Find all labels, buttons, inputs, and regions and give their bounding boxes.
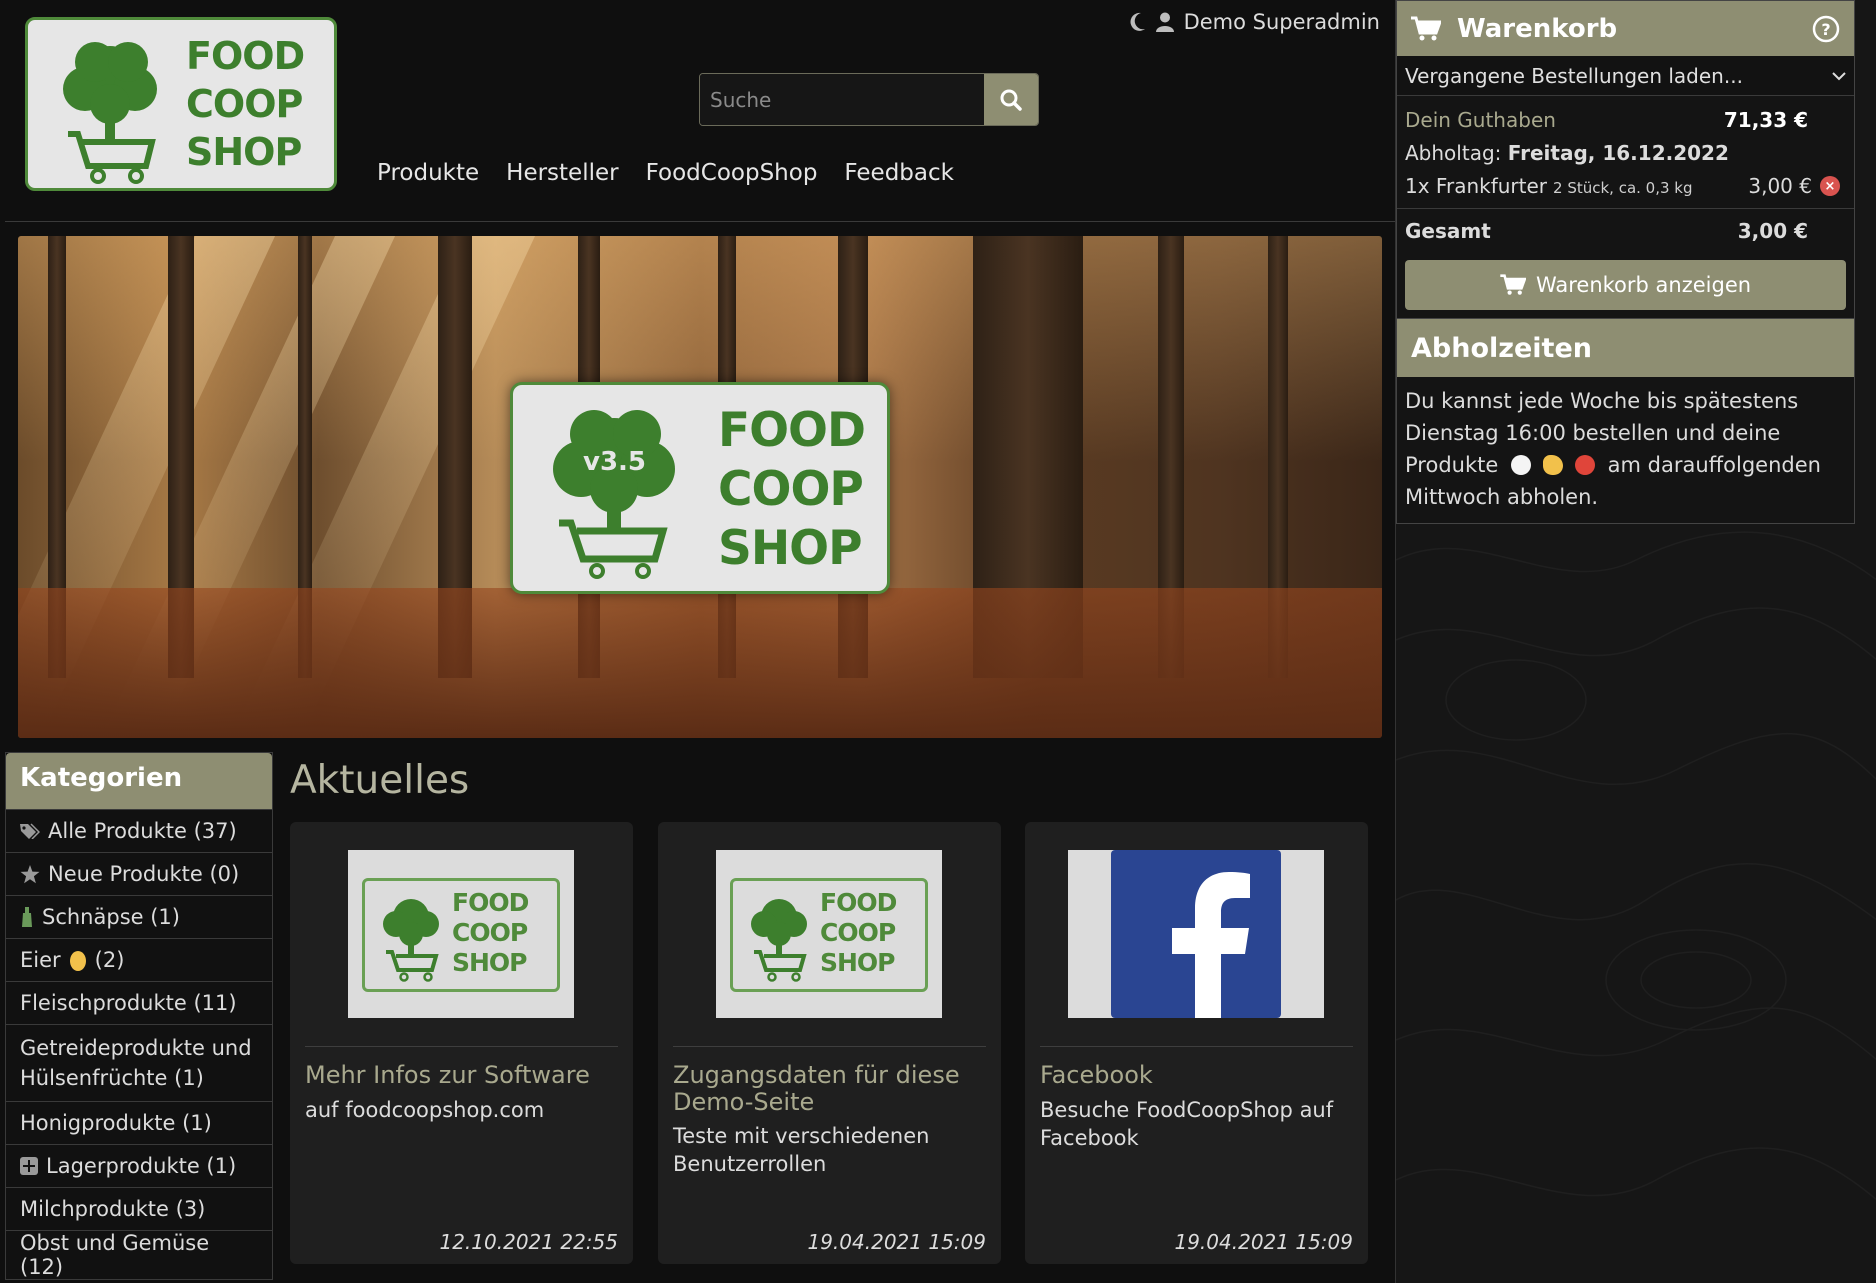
- card-text: auf foodcoopshop.com: [305, 1098, 545, 1122]
- tree-cart-icon: [383, 899, 439, 982]
- category-obst-gemuese[interactable]: Obst und Gemüse (12): [6, 1230, 272, 1279]
- facebook-icon: [1111, 850, 1281, 1018]
- card-title[interactable]: Facebook: [1040, 1062, 1353, 1089]
- foodcoopshop-logo-image[interactable]: FOOD COOP SHOP: [348, 850, 574, 1018]
- cart-item-price: 3,00 €: [1748, 174, 1812, 198]
- star-icon: [20, 864, 40, 883]
- credit-row: Dein Guthaben 71,33 €: [1405, 104, 1846, 136]
- cart-body: Dein Guthaben 71,33 € Abholtag: Freitag,…: [1397, 96, 1854, 310]
- version-label: v3.5: [583, 447, 647, 477]
- news-card[interactable]: Facebook Besuche FoodCoopShop auf Facebo…: [1025, 822, 1368, 1264]
- nav-products[interactable]: Produkte: [377, 160, 479, 186]
- egg-icon: [69, 951, 86, 971]
- tree-cart-icon: [751, 899, 807, 982]
- bottle-icon: [22, 907, 32, 927]
- search-icon: [1000, 89, 1022, 111]
- search-form: [699, 73, 1039, 126]
- chicken-icon: [1510, 455, 1531, 475]
- card-text: Besuche FoodCoopShop auf Facebook: [1040, 1098, 1334, 1150]
- divider: [305, 1046, 618, 1047]
- svg-text:?: ?: [1821, 20, 1830, 39]
- hero-banner: v3.5 FOOD COOP SHOP: [18, 236, 1382, 738]
- card-title[interactable]: Zugangsdaten für diese Demo-Seite: [673, 1062, 986, 1116]
- tree-cart-icon: [553, 410, 675, 579]
- cart-icon: [1500, 274, 1526, 295]
- user-icon: [1155, 12, 1174, 32]
- nav-manufacturers[interactable]: Hersteller: [506, 160, 618, 186]
- banner-logo: v3.5 FOOD COOP SHOP: [510, 382, 890, 594]
- show-cart-button[interactable]: Warenkorb anzeigen: [1405, 260, 1846, 310]
- cheese-icon: [1542, 455, 1563, 475]
- user-bar: Demo Superadmin: [1130, 10, 1380, 34]
- pickup-times-title: Abholzeiten: [1397, 319, 1854, 377]
- search-input[interactable]: [700, 74, 984, 125]
- card-date: 12.10.2021 22:55: [439, 1230, 618, 1254]
- cart-header: Warenkorb ?: [1397, 1, 1854, 56]
- nav-foodcoopshop[interactable]: FoodCoopShop: [646, 160, 818, 186]
- category-schnaepse[interactable]: Schnäpse (1): [6, 895, 272, 938]
- category-honigprodukte[interactable]: Honigprodukte (1): [6, 1101, 272, 1144]
- logo-text: FOOD COOP SHOP: [186, 34, 305, 174]
- categories-title: Kategorien: [6, 753, 272, 809]
- past-orders-dropdown[interactable]: Vergangene Bestellungen laden...: [1397, 56, 1854, 96]
- header: FOOD COOP SHOP Demo Superadmin Produkte …: [5, 0, 1396, 222]
- card-text: Teste mit verschiedenen Benutzerrollen: [673, 1124, 930, 1176]
- cart-panel: Warenkorb ? Vergangene Bestellungen lade…: [1396, 0, 1855, 319]
- card-date: 19.04.2021 15:09: [807, 1230, 986, 1254]
- cart-item-row: 1x Frankfurter 2 Stück, ca. 0,3 kg 3,00 €…: [1405, 170, 1846, 202]
- user-name-link[interactable]: Demo Superadmin: [1184, 10, 1380, 34]
- help-icon[interactable]: ?: [1812, 15, 1840, 43]
- logo-text: FOOD COOP SHOP: [820, 888, 897, 977]
- cart-item-unit: 2 Stück, ca. 0,3 kg: [1553, 179, 1693, 197]
- categories-panel: Kategorien Alle Produkte (37) Neue Produ…: [5, 752, 273, 1280]
- news-card[interactable]: FOOD COOP SHOP Mehr Infos zur Software auf…: [290, 822, 633, 1264]
- category-eier[interactable]: Eier (2): [6, 938, 272, 981]
- foodcoopshop-logo-image[interactable]: FOOD COOP SHOP: [716, 850, 942, 1018]
- plus-square-icon: [20, 1157, 38, 1175]
- forest-ground: [18, 588, 1382, 738]
- cart-title: Warenkorb: [1457, 13, 1618, 44]
- category-milchprodukte[interactable]: Milchprodukte (3): [6, 1187, 272, 1230]
- chevron-down-icon: [1832, 71, 1846, 80]
- category-fleischprodukte[interactable]: Fleischprodukte (11): [6, 981, 272, 1024]
- search-button[interactable]: [984, 74, 1038, 125]
- divider: [1040, 1046, 1353, 1047]
- pickup-times-panel: Abholzeiten Du kannst jede Woche bis spä…: [1396, 318, 1855, 524]
- tomato-icon: [1574, 455, 1595, 475]
- moon-icon[interactable]: [1130, 12, 1146, 32]
- pickup-times-text: Du kannst jede Woche bis spätestens Dien…: [1405, 389, 1821, 509]
- card-title[interactable]: Mehr Infos zur Software: [305, 1062, 618, 1089]
- cart-icon: [1411, 16, 1441, 40]
- cart-item-name[interactable]: 1x Frankfurter: [1405, 174, 1547, 198]
- banner-logo-text: FOOD COOP SHOP: [718, 403, 866, 576]
- logo-text: FOOD COOP SHOP: [452, 888, 529, 977]
- main-nav: Produkte Hersteller FoodCoopShop Feedbac…: [377, 160, 954, 186]
- tags-icon: [20, 823, 40, 839]
- divider: [673, 1046, 986, 1047]
- news-card[interactable]: FOOD COOP SHOP Zugangsdaten für diese Demo…: [658, 822, 1001, 1264]
- nav-feedback[interactable]: Feedback: [844, 160, 954, 186]
- card-date: 19.04.2021 15:09: [1174, 1230, 1353, 1254]
- category-lagerprodukte[interactable]: Lagerprodukte (1): [6, 1144, 272, 1187]
- category-new-products[interactable]: Neue Produkte (0): [6, 852, 272, 895]
- tree-cart-icon: [63, 42, 157, 184]
- credit-value: 71,33 €: [1723, 108, 1808, 132]
- total-value: 3,00 €: [1737, 218, 1808, 243]
- category-all-products[interactable]: Alle Produkte (37): [6, 809, 272, 852]
- category-getreideprodukte[interactable]: Getreideprodukte und Hülsenfrüchte (1): [6, 1024, 272, 1101]
- remove-item-icon[interactable]: ×: [1820, 176, 1840, 196]
- total-row: Gesamt 3,00 €: [1397, 208, 1854, 252]
- pickup-day-row: Abholtag: Freitag, 16.12.2022: [1405, 141, 1729, 165]
- facebook-logo-image[interactable]: [1068, 850, 1324, 1018]
- news-title: Aktuelles: [290, 758, 470, 803]
- logo[interactable]: FOOD COOP SHOP: [25, 17, 337, 191]
